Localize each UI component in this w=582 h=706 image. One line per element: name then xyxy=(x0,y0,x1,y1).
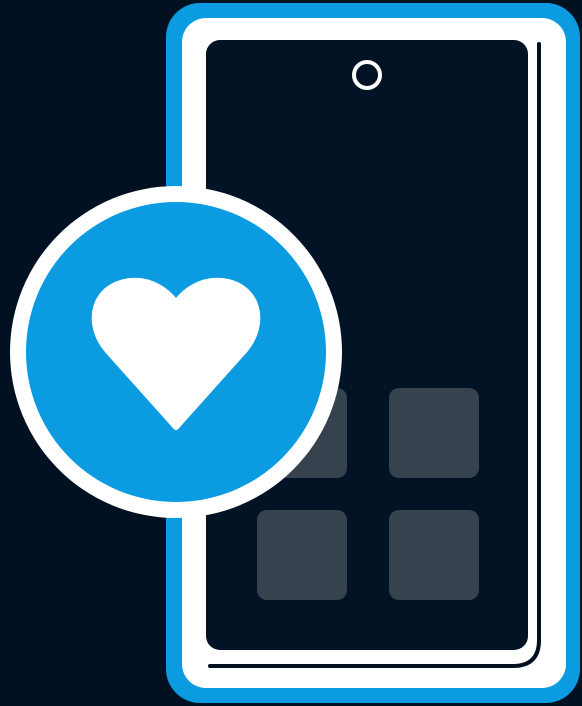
phone-heart-illustration xyxy=(10,3,580,703)
app-tile-icon xyxy=(389,510,479,600)
app-tile-icon xyxy=(257,510,347,600)
heart-badge xyxy=(10,186,342,518)
illustration-canvas xyxy=(0,0,582,706)
app-tile-icon xyxy=(389,388,479,478)
